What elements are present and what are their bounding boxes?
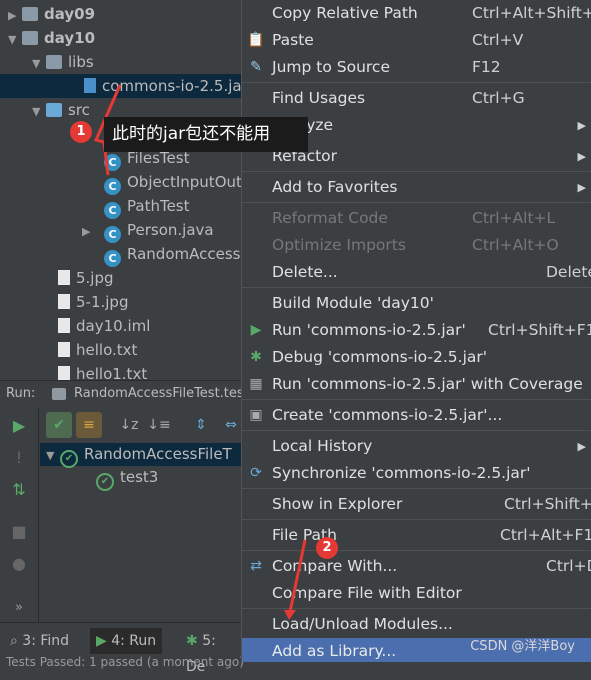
annotation-callout: 此时的jar包还不能用: [104, 117, 308, 152]
annotation-arrow-2: [288, 539, 307, 613]
watermark: CSDN @洋洋Boy: [470, 639, 575, 654]
annotation-badge-2: 2: [316, 537, 338, 559]
annotation-arrows: [93, 84, 307, 620]
annotation-badge-1: 1: [70, 121, 92, 143]
annotation-arrowhead-2: [284, 610, 296, 620]
